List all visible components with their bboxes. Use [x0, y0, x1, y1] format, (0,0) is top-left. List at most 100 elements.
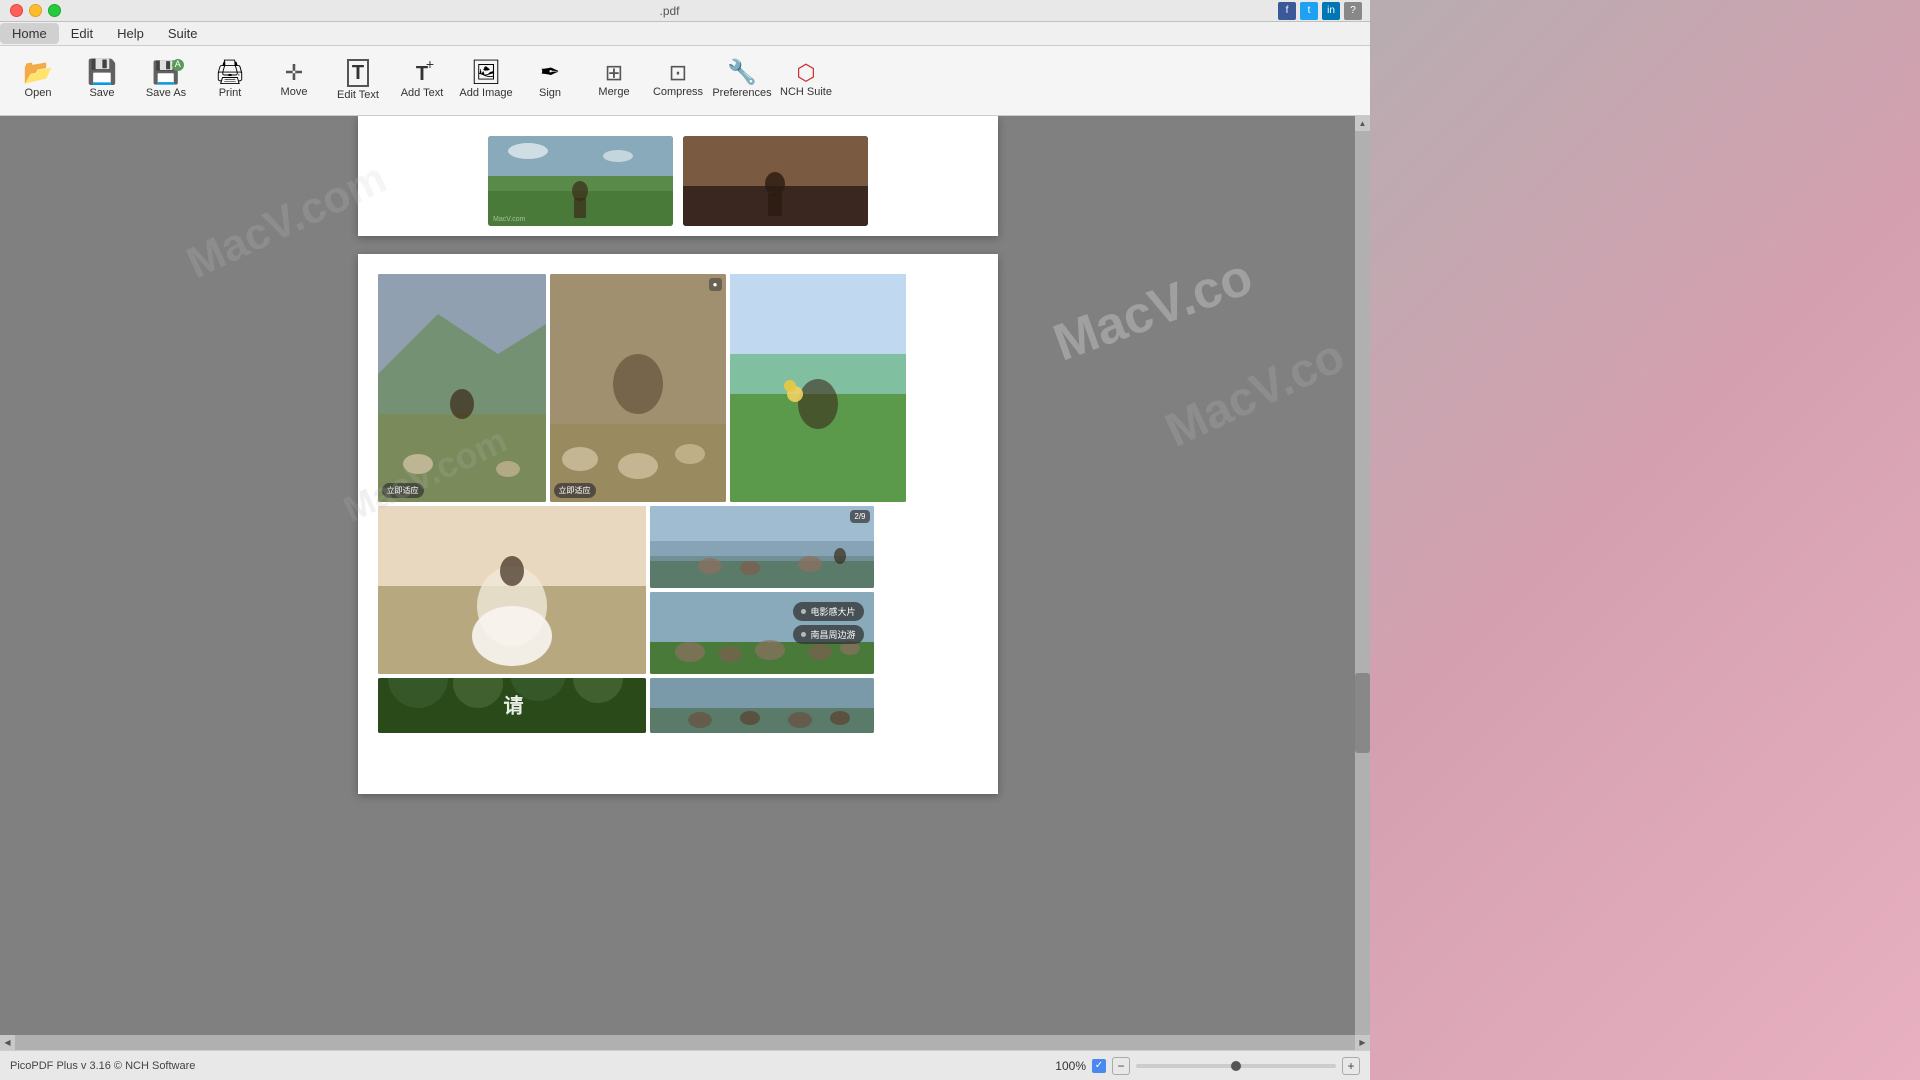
- pdf-page-2: 立即适应 立即适应: [358, 254, 998, 794]
- page1-photo-1-svg: MacV.com: [488, 136, 673, 226]
- title-icons: f t in ?: [1278, 2, 1370, 20]
- page2-top-grid: 立即适应 立即适应: [378, 274, 978, 502]
- minimize-button[interactable]: [29, 4, 42, 17]
- zoom-slider-thumb[interactable]: [1231, 1061, 1241, 1071]
- scroll-right-arrow[interactable]: ▶: [1355, 1035, 1370, 1050]
- print-icon: 🖨: [215, 61, 245, 85]
- addtext-button[interactable]: T + Add Text: [392, 50, 452, 112]
- preferences-icon: 🔧: [727, 61, 757, 85]
- compress-label: Compress: [653, 86, 703, 99]
- zoom-minus-button[interactable]: −: [1112, 1057, 1130, 1075]
- svg-text:MacV.com: MacV.com: [493, 216, 526, 223]
- merge-icon: ⊞: [605, 62, 623, 84]
- move-button[interactable]: ✛ Move: [264, 50, 324, 112]
- open-button[interactable]: 📂 Open: [8, 50, 68, 112]
- open-label: Open: [25, 87, 52, 100]
- page1-photo-2-svg: [683, 136, 868, 226]
- help-icon[interactable]: ?: [1344, 2, 1362, 20]
- social-icon-3[interactable]: in: [1322, 2, 1340, 20]
- page2-photo-top-3: [730, 274, 906, 502]
- save-label: Save: [89, 87, 114, 100]
- menu-home[interactable]: Home: [0, 23, 59, 44]
- save-icon: 💾: [87, 61, 117, 85]
- page2-photo-strip-right: [650, 678, 874, 733]
- page2-photo-bottom-right: 2/9: [650, 506, 874, 674]
- page2-photo-bottom-left: [378, 506, 646, 674]
- scrollbar-right[interactable]: ▲ ▼: [1355, 116, 1370, 1050]
- chat-bubble-1: 电影感大片: [793, 602, 863, 621]
- sign-label: Sign: [539, 87, 561, 100]
- text-overlay-chars: 请: [497, 695, 526, 717]
- print-button[interactable]: 🖨 Print: [200, 50, 260, 112]
- page2-photo-br-top: 2/9: [650, 506, 874, 588]
- page2-photo-top-1-svg: [378, 274, 546, 502]
- move-icon: ✛: [285, 62, 303, 84]
- pdf-page-1: MacV.com: [358, 116, 998, 236]
- edittext-button[interactable]: T Edit Text: [328, 50, 388, 112]
- page1-photo-1: MacV.com: [488, 136, 673, 226]
- addtext-icon: T +: [416, 61, 428, 85]
- sign-button[interactable]: ✒ Sign: [520, 50, 580, 112]
- zoom-checkbox[interactable]: ✓: [1092, 1059, 1106, 1073]
- addimage-label: Add Image: [459, 87, 512, 100]
- status-bar: PicoPDF Plus v 3.16 © NCH Software 100% …: [0, 1050, 1370, 1080]
- scrollbar-bottom[interactable]: ◀ ▶: [0, 1035, 1370, 1050]
- social-icon-2[interactable]: t: [1300, 2, 1318, 20]
- zoom-slider[interactable]: [1136, 1064, 1336, 1068]
- save-button[interactable]: 💾 Save: [72, 50, 132, 112]
- zoom-controls: 100% ✓ − +: [1055, 1057, 1360, 1075]
- nchsuite-label: NCH Suite: [780, 86, 832, 99]
- menu-suite[interactable]: Suite: [156, 23, 210, 44]
- move-label: Move: [281, 86, 308, 99]
- scroll-up-arrow[interactable]: ▲: [1355, 116, 1370, 131]
- zoom-value: 100%: [1055, 1059, 1086, 1073]
- scroll-track[interactable]: [1355, 131, 1370, 1035]
- pdf-viewport: MacV.com: [0, 116, 1355, 1050]
- maximize-button[interactable]: [48, 4, 61, 17]
- page2-photo-br-top-svg: [650, 506, 874, 588]
- social-icon-1[interactable]: f: [1278, 2, 1296, 20]
- page2-photo-bottom-left-svg: [378, 506, 646, 674]
- chat-dot-2: [801, 632, 806, 637]
- photo-label-1: 立即适应: [382, 483, 424, 498]
- traffic-lights: [0, 4, 61, 17]
- saveas-label: Save As: [146, 87, 186, 100]
- page2-photo-top-2: 立即适应 ●: [550, 274, 726, 502]
- menu-help[interactable]: Help: [105, 23, 156, 44]
- scroll-thumb[interactable]: [1355, 673, 1370, 753]
- page2-photo-text-overlay: 请: [378, 678, 646, 733]
- title-bar: .pdf f t in ?: [0, 0, 1370, 22]
- merge-button[interactable]: ⊞ Merge: [584, 50, 644, 112]
- addimage-icon: 🖼: [471, 61, 501, 85]
- page2-bottom-strip: 请: [378, 678, 978, 733]
- chat-bubble-2: 南昌周边游: [793, 625, 863, 644]
- scroll-left-arrow[interactable]: ◀: [0, 1035, 15, 1050]
- addimage-button[interactable]: 🖼 Add Image: [456, 50, 516, 112]
- nchsuite-button[interactable]: ⬡ NCH Suite: [776, 50, 836, 112]
- main-content-area: MacV.com: [0, 116, 1370, 1050]
- close-button[interactable]: [10, 4, 23, 17]
- zoom-plus-button[interactable]: +: [1342, 1057, 1360, 1075]
- page2-photo-top-2-svg: [550, 274, 726, 502]
- compress-button[interactable]: ⊡ Compress: [648, 50, 708, 112]
- page2-bottom-grid: 2/9: [378, 506, 978, 674]
- saveas-button[interactable]: 💾 A Save As: [136, 50, 196, 112]
- print-label: Print: [219, 87, 242, 100]
- photo-label-2: 立即适应: [554, 483, 596, 498]
- preferences-button[interactable]: 🔧 Preferences: [712, 50, 772, 112]
- edittext-label: Edit Text: [337, 89, 379, 102]
- menu-edit[interactable]: Edit: [59, 23, 105, 44]
- page2-photo-top-3-svg: [730, 274, 906, 502]
- status-text: PicoPDF Plus v 3.16 © NCH Software: [10, 1060, 195, 1072]
- page1-photos: MacV.com: [488, 136, 868, 226]
- page2-photo-br-bottom: 电影感大片 南昌周边游: [650, 592, 874, 674]
- sign-icon: ✒: [540, 61, 560, 85]
- chat-bubbles: 电影感大片 南昌周边游: [793, 602, 863, 644]
- open-icon: 📂: [23, 61, 53, 85]
- scroll-bottom-track[interactable]: [15, 1035, 1355, 1050]
- edittext-icon: T: [347, 59, 369, 87]
- preferences-label: Preferences: [712, 87, 771, 100]
- page1-photo-2: [683, 136, 868, 226]
- chat-dot-1: [801, 609, 806, 614]
- window-title: .pdf: [61, 4, 1278, 18]
